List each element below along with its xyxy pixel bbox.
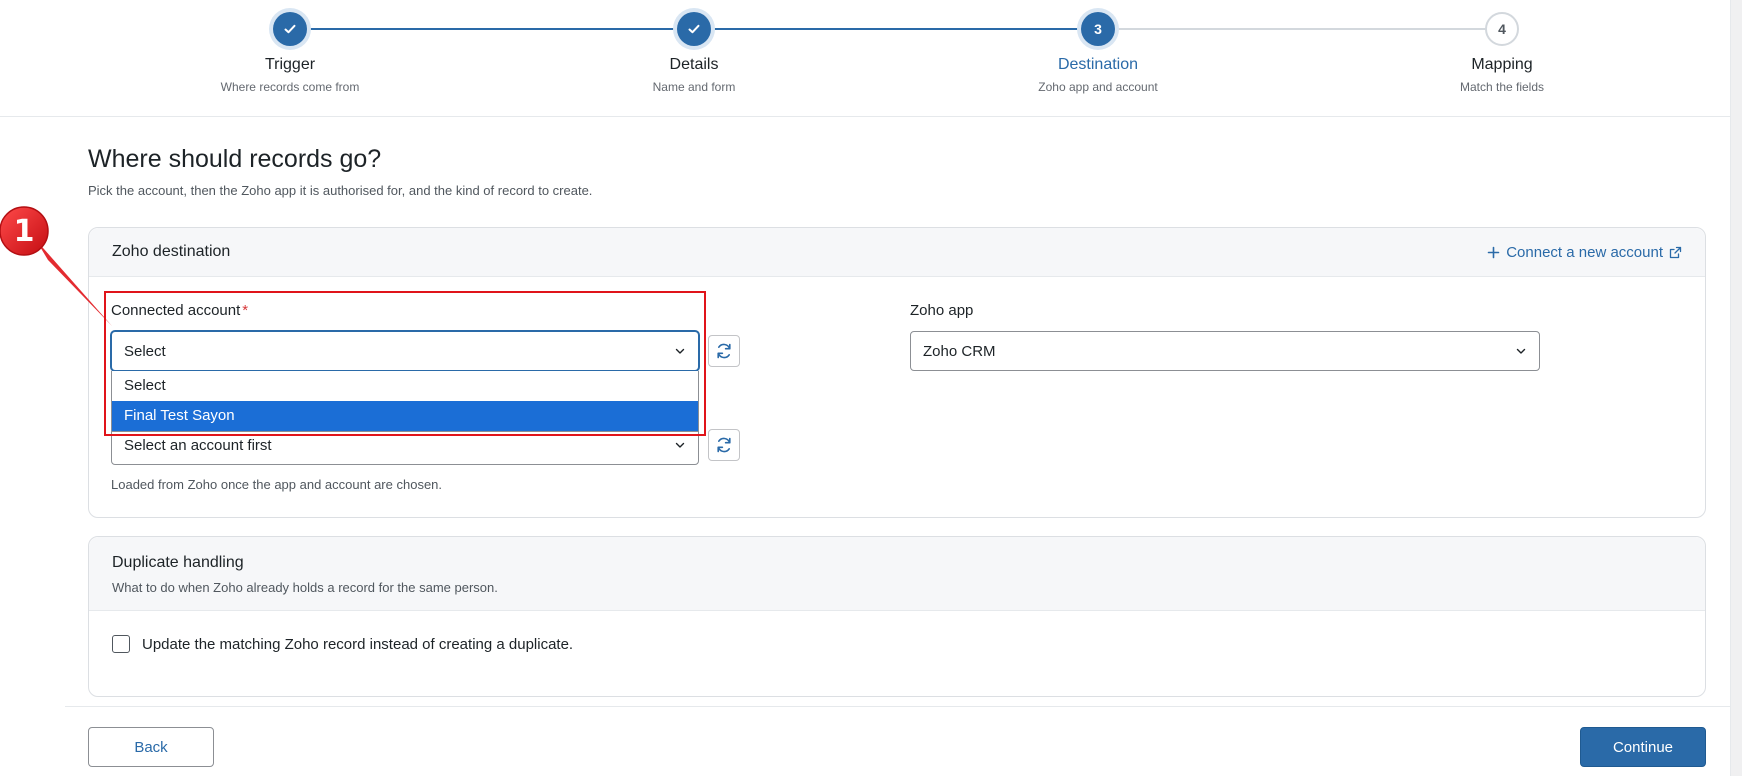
step-mapping[interactable]: 4 Mapping Match the fields xyxy=(1382,12,1622,94)
refresh-icon xyxy=(717,437,731,453)
step-subtitle: Name and form xyxy=(652,80,736,94)
card-header: Duplicate handling What to do when Zoho … xyxy=(89,537,1705,611)
external-link-icon xyxy=(1669,246,1682,258)
step-title: Details xyxy=(669,56,719,73)
required-marker: * xyxy=(242,302,249,319)
progress-stepper: Trigger Where records come from Details … xyxy=(0,0,1730,117)
step-subtitle: Match the fields xyxy=(1459,80,1545,94)
card-header: Zoho destination Connect a new account xyxy=(89,228,1705,277)
step-title: Trigger xyxy=(264,56,316,73)
connect-new-account-link[interactable]: Connect a new account xyxy=(1487,244,1682,261)
back-button[interactable]: Back xyxy=(88,727,214,767)
zoho-app-label: Zoho app xyxy=(910,302,974,319)
connected-account-label-text: Connected account xyxy=(111,302,241,319)
check-icon xyxy=(273,12,307,46)
duplicate-handling-card: Duplicate handling What to do when Zoho … xyxy=(88,536,1706,697)
connect-link-label: Connect a new account xyxy=(1506,243,1663,261)
scrollbar-track[interactable] xyxy=(1730,0,1742,776)
chevron-down-icon xyxy=(1516,348,1526,354)
step-destination[interactable]: 3 Destination Zoho app and account xyxy=(978,12,1218,94)
annotation-number: 1 xyxy=(13,213,35,249)
refresh-accounts-button[interactable] xyxy=(708,335,740,367)
step-title: Mapping xyxy=(1471,56,1533,73)
page-title: Where should records go? xyxy=(88,145,382,173)
step-number: 4 xyxy=(1485,12,1519,46)
connected-account-value: Select xyxy=(124,342,166,360)
zoho-app-select[interactable]: Zoho CRM xyxy=(910,331,1540,371)
step-details[interactable]: Details Name and form xyxy=(574,12,814,94)
step-title: Destination xyxy=(1057,56,1139,73)
connected-account-select[interactable]: Select xyxy=(111,331,699,371)
connected-account-label: Connected account * xyxy=(111,302,248,319)
refresh-icon xyxy=(717,343,731,359)
step-number: 3 xyxy=(1081,12,1115,46)
record-type-helper: Loaded from Zoho once the app and accoun… xyxy=(111,477,443,492)
step-subtitle: Zoho app and account xyxy=(1038,80,1158,94)
card-title: Duplicate handling xyxy=(112,554,244,571)
dropdown-option[interactable]: Select xyxy=(112,371,698,401)
page-subtitle: Pick the account, then the Zoho app it i… xyxy=(88,183,593,198)
card-description: What to do when Zoho already holds a rec… xyxy=(112,580,498,595)
continue-button[interactable]: Continue xyxy=(1580,727,1706,767)
refresh-record-types-button[interactable] xyxy=(708,429,740,461)
dropdown-option-highlighted[interactable]: Final Test Sayon xyxy=(112,401,698,431)
check-icon xyxy=(677,12,711,46)
update-duplicate-checkbox[interactable] xyxy=(112,635,130,653)
footer-divider xyxy=(65,706,1730,707)
step-subtitle: Where records come from xyxy=(220,80,360,94)
chevron-down-icon xyxy=(675,442,685,448)
zoho-app-value: Zoho CRM xyxy=(923,342,996,360)
step-trigger[interactable]: Trigger Where records come from xyxy=(170,12,410,94)
chevron-down-icon xyxy=(675,348,685,354)
update-duplicate-option[interactable]: Update the matching Zoho record instead … xyxy=(112,635,573,653)
plus-icon xyxy=(1487,246,1500,258)
checkbox-label: Update the matching Zoho record instead … xyxy=(142,635,574,653)
card-title: Zoho destination xyxy=(112,243,231,260)
connected-account-dropdown: Select Final Test Sayon xyxy=(111,371,699,432)
record-type-value: Select an account first xyxy=(124,436,272,454)
